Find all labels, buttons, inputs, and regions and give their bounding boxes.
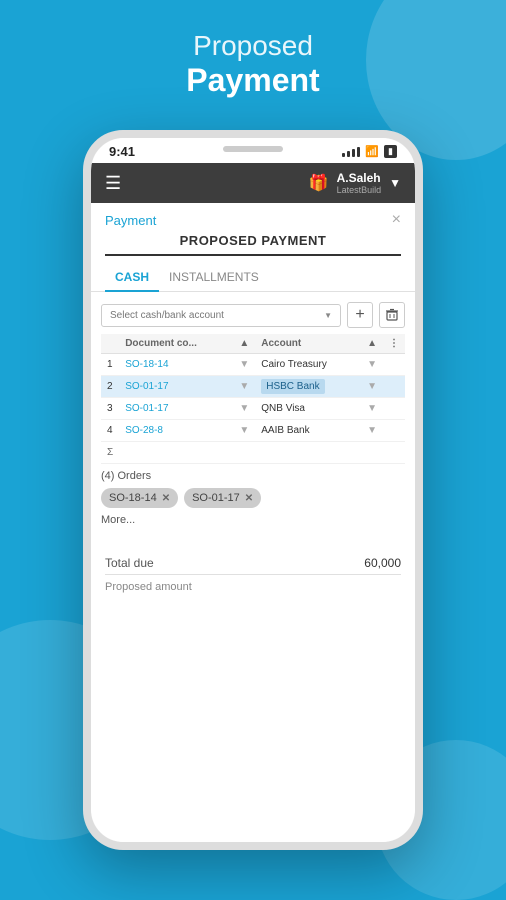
delete-button[interactable]	[379, 302, 405, 328]
orders-count: (4) Orders	[101, 470, 405, 482]
trash-icon	[385, 308, 399, 322]
row-2-num: 2	[101, 376, 119, 398]
row-1-account[interactable]: Cairo Treasury	[255, 354, 361, 376]
signal-icon	[342, 147, 360, 157]
status-time: 9:41	[109, 144, 135, 159]
nav-user-sub: LatestBuild	[337, 185, 382, 195]
proposed-payment-title: PROPOSED PAYMENT	[105, 233, 401, 256]
total-section: Total due 60,000 Proposed amount	[91, 532, 415, 605]
cash-select-placeholder: Select cash/bank account	[110, 310, 224, 321]
hamburger-icon[interactable]: ☰	[105, 173, 121, 194]
orders-section: (4) Orders SO-18-14 ✕ SO-01-17 ✕ More...	[91, 464, 415, 532]
proposed-amount-label: Proposed amount	[105, 581, 192, 593]
nav-center: 🎁 A.Saleh LatestBuild ▼	[309, 171, 401, 195]
phone-notch	[223, 146, 283, 152]
header-proposed-text: Proposed	[0, 30, 506, 62]
nav-user-name: A.Saleh	[337, 171, 381, 185]
header-payment-text: Payment	[0, 62, 506, 99]
col-doc: Document co...	[119, 334, 233, 354]
cash-table: Document co... ▲ Account ▲ ⋮ 1 SO-18-14 …	[101, 334, 405, 464]
total-due-value: 60,000	[364, 556, 401, 570]
pill-2-label: SO-01-17	[192, 492, 240, 504]
col-doc-chevron: ▲	[233, 334, 255, 354]
gift-icon: 🎁	[309, 173, 329, 193]
table-row: 3 SO-01-17 ▼ QNB Visa ▼	[101, 398, 405, 420]
status-icons: 📶 ▮	[342, 145, 397, 158]
more-link[interactable]: More...	[101, 514, 405, 526]
row-2-doc[interactable]: SO-01-17	[119, 376, 233, 398]
table-section: Select cash/bank account ▼ +	[101, 302, 405, 464]
pill-1-label: SO-18-14	[109, 492, 157, 504]
payment-link[interactable]: Payment	[105, 213, 156, 228]
page-header: Proposed Payment	[0, 30, 506, 99]
table-row: 2 SO-01-17 ▼ HSBC Bank ▼	[101, 376, 405, 398]
order-pills: SO-18-14 ✕ SO-01-17 ✕	[101, 488, 405, 508]
top-nav: ☰ 🎁 A.Saleh LatestBuild ▼	[91, 163, 415, 203]
total-due-label: Total due	[105, 556, 154, 570]
row-3-account[interactable]: QNB Visa	[255, 398, 361, 420]
total-due-row: Total due 60,000	[105, 552, 401, 575]
cash-bank-select[interactable]: Select cash/bank account ▼	[101, 304, 341, 327]
tab-installments[interactable]: INSTALLMENTS	[159, 264, 269, 291]
row-4-doc[interactable]: SO-28-8	[119, 420, 233, 442]
phone-screen: 9:41 📶 ▮ ☰ 🎁 A.Saleh LatestBuild	[91, 138, 415, 842]
col-more: ⋮	[383, 334, 405, 354]
row-2-account[interactable]: HSBC Bank	[255, 376, 361, 398]
battery-icon: ▮	[384, 145, 397, 158]
phone-frame: 9:41 📶 ▮ ☰ 🎁 A.Saleh LatestBuild	[83, 130, 423, 850]
row-3-doc[interactable]: SO-01-17	[119, 398, 233, 420]
row-3-num: 3	[101, 398, 119, 420]
row-4-account[interactable]: AAIB Bank	[255, 420, 361, 442]
add-button[interactable]: +	[347, 302, 373, 328]
col-account-chevron: ▲	[361, 334, 383, 354]
row-1-num: 1	[101, 354, 119, 376]
nav-chevron-icon[interactable]: ▼	[389, 176, 401, 190]
table-row: 1 SO-18-14 ▼ Cairo Treasury ▼	[101, 354, 405, 376]
order-pill-1: SO-18-14 ✕	[101, 488, 178, 508]
row-1-doc[interactable]: SO-18-14	[119, 354, 233, 376]
sigma-symbol: Σ	[101, 442, 119, 464]
nav-user: A.Saleh LatestBuild	[337, 171, 382, 195]
col-account: Account	[255, 334, 361, 354]
content-area: Payment × PROPOSED PAYMENT CASH INSTALLM…	[91, 203, 415, 842]
pill-2-close-icon[interactable]: ✕	[245, 493, 253, 504]
cash-select-chevron-icon: ▼	[324, 311, 332, 320]
wifi-icon: 📶	[365, 145, 379, 158]
close-button[interactable]: ×	[392, 211, 401, 229]
table-row: 4 SO-28-8 ▼ AAIB Bank ▼	[101, 420, 405, 442]
pill-1-close-icon[interactable]: ✕	[162, 493, 170, 504]
tab-cash[interactable]: CASH	[105, 264, 159, 292]
tabs-row: CASH INSTALLMENTS	[91, 264, 415, 292]
proposed-amount-row: Proposed amount	[105, 575, 401, 599]
col-num	[101, 334, 119, 354]
payment-header-row: Payment ×	[91, 203, 415, 233]
sigma-row: Σ	[101, 442, 405, 464]
select-row: Select cash/bank account ▼ +	[101, 302, 405, 328]
row-4-num: 4	[101, 420, 119, 442]
order-pill-2: SO-01-17 ✕	[184, 488, 261, 508]
